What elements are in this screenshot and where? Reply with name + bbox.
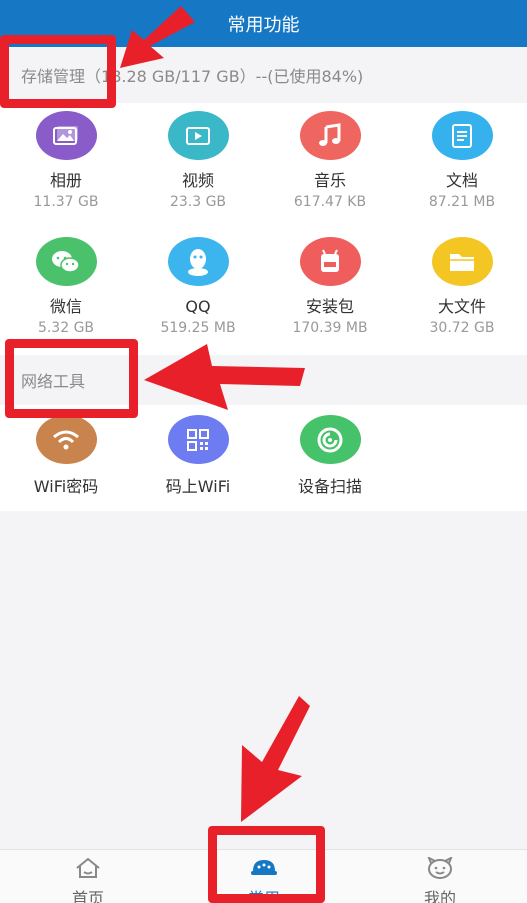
network-item-wifi-password[interactable]: WiFi密码 bbox=[0, 415, 132, 496]
annotation-arrow-common bbox=[241, 696, 310, 822]
music-icon bbox=[299, 111, 361, 160]
storage-item-label: QQ bbox=[185, 297, 211, 316]
wifi-icon bbox=[35, 415, 97, 464]
storage-item-label: 相册 bbox=[49, 171, 82, 190]
storage-item-wechat[interactable]: 微信 5.32 GB bbox=[0, 237, 132, 336]
network-title: 网络工具 bbox=[21, 372, 86, 391]
bottom-tab-bar: 首页 常用 我的 bbox=[0, 849, 527, 903]
folder-icon bbox=[431, 237, 493, 286]
wechat-icon bbox=[35, 237, 97, 286]
apk-icon bbox=[299, 237, 361, 286]
storage-item-label: 文档 bbox=[445, 171, 478, 190]
storage-item-size: 30.72 GB bbox=[429, 320, 495, 336]
document-icon bbox=[431, 111, 493, 160]
qr-code-icon bbox=[167, 415, 229, 464]
storage-item-label: 视频 bbox=[181, 171, 214, 190]
storage-item-label: 音乐 bbox=[313, 171, 346, 190]
network-item-label: WiFi密码 bbox=[33, 477, 99, 496]
storage-item-size: 170.39 MB bbox=[292, 320, 368, 336]
device-scan-icon bbox=[299, 415, 361, 464]
storage-grid: 相册 11.37 GB 视频 23.3 GB 音乐 617.47 KB 文档 8… bbox=[0, 103, 527, 355]
network-item-label: 码上WiFi bbox=[165, 477, 231, 496]
storage-summary: （18.28 GB/117 GB）--(已使用84%) bbox=[85, 67, 364, 86]
storage-item-videos[interactable]: 视频 23.3 GB bbox=[132, 111, 264, 210]
storage-item-size: 617.47 KB bbox=[293, 194, 367, 210]
storage-title: 存储管理 bbox=[21, 67, 86, 86]
storage-item-size: 11.37 GB bbox=[33, 194, 99, 210]
storage-item-size: 87.21 MB bbox=[428, 194, 496, 210]
storage-item-label: 微信 bbox=[49, 297, 82, 316]
profile-face-icon bbox=[425, 855, 455, 883]
storage-section-header: 存储管理 （18.28 GB/117 GB）--(已使用84%) bbox=[0, 47, 527, 103]
storage-item-size: 519.25 MB bbox=[160, 320, 236, 336]
page-title: 常用功能 bbox=[227, 14, 300, 36]
network-item-qr-wifi[interactable]: 码上WiFi bbox=[132, 415, 264, 496]
storage-item-label: 安装包 bbox=[305, 297, 354, 316]
storage-item-qq[interactable]: QQ 519.25 MB bbox=[132, 237, 264, 336]
tab-label: 常用 bbox=[247, 889, 280, 903]
common-tools-icon bbox=[249, 857, 279, 883]
storage-item-music[interactable]: 音乐 617.47 KB bbox=[264, 111, 396, 210]
tab-label: 我的 bbox=[423, 889, 456, 903]
storage-item-apk[interactable]: 安装包 170.39 MB bbox=[264, 237, 396, 336]
app-header: 常用功能 bbox=[0, 0, 527, 47]
home-icon bbox=[74, 857, 102, 883]
storage-item-documents[interactable]: 文档 87.21 MB bbox=[396, 111, 527, 210]
qq-icon bbox=[167, 237, 229, 286]
network-item-label: 设备扫描 bbox=[297, 477, 362, 496]
video-icon bbox=[167, 111, 229, 160]
tab-common[interactable]: 常用 bbox=[176, 850, 352, 903]
storage-item-label: 大文件 bbox=[437, 297, 486, 316]
storage-item-size: 5.32 GB bbox=[37, 320, 95, 336]
tab-profile[interactable]: 我的 bbox=[352, 850, 527, 903]
storage-item-large-files[interactable]: 大文件 30.72 GB bbox=[396, 237, 527, 336]
tab-label: 首页 bbox=[71, 889, 104, 903]
storage-item-photos[interactable]: 相册 11.37 GB bbox=[0, 111, 132, 210]
network-grid: WiFi密码 码上WiFi 设备扫描 bbox=[0, 405, 527, 511]
storage-item-size: 23.3 GB bbox=[169, 194, 227, 210]
network-section-header: 网络工具 bbox=[0, 355, 527, 405]
photo-album-icon bbox=[35, 111, 97, 160]
network-item-device-scan[interactable]: 设备扫描 bbox=[264, 415, 396, 496]
tab-home[interactable]: 首页 bbox=[0, 850, 176, 903]
